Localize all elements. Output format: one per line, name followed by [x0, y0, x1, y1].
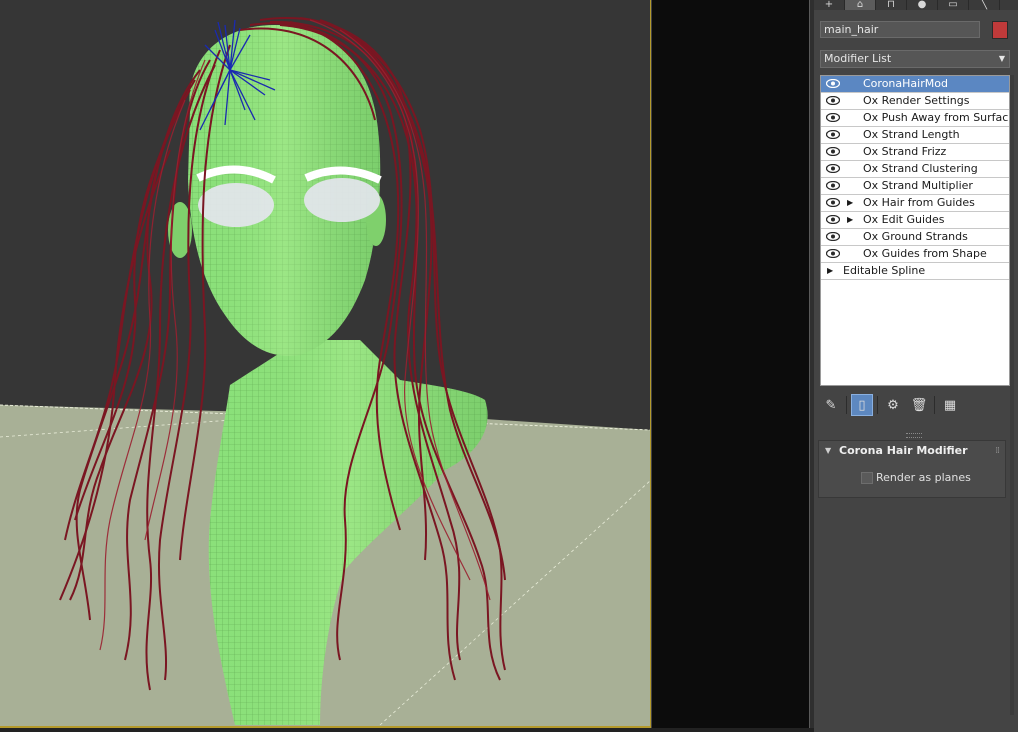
hierarchy-icon: ⊓ — [887, 0, 895, 10]
stack-item[interactable]: Ox Strand Clustering — [821, 161, 1009, 178]
stack-item-label: Ox Render Settings — [863, 94, 970, 107]
stack-item[interactable]: Ox Guides from Shape — [821, 246, 1009, 263]
create-tab[interactable]: + — [814, 0, 845, 10]
pin-stack-icon: ✎ — [825, 397, 837, 413]
object-color-swatch[interactable] — [992, 21, 1008, 39]
visibility-eye-icon[interactable] — [826, 147, 840, 156]
left-eye — [198, 183, 274, 227]
motion-tab[interactable]: ● — [907, 0, 938, 10]
expand-arrow-icon[interactable]: ▶ — [847, 195, 853, 211]
right-eye — [304, 178, 380, 222]
viewport-scene — [0, 17, 651, 728]
stack-item-label: Editable Spline — [843, 264, 926, 277]
corona-hair-rollout: ▼ Corona Hair Modifier ⁞⁞ Render as plan… — [818, 440, 1006, 498]
toolbar-separator — [934, 396, 935, 414]
plus-icon: + — [824, 0, 834, 10]
modifier-list-label: Modifier List — [824, 52, 892, 65]
expand-arrow-icon[interactable]: ▶ — [827, 263, 833, 279]
visibility-eye-icon[interactable] — [826, 181, 840, 190]
stack-toolbar: ✎ ▯ ⚙ 🗑 ▦ — [820, 393, 1010, 417]
stack-item[interactable]: ▶ Ox Hair from Guides — [821, 195, 1009, 212]
remove-modifier-icon: 🗑 — [910, 397, 928, 413]
motion-icon: ● — [917, 0, 927, 10]
configure-sets-button[interactable]: ▦ — [939, 394, 961, 416]
toolbar-separator — [877, 396, 878, 414]
stack-item[interactable]: Ox Strand Multiplier — [821, 178, 1009, 195]
modifier-list-dropdown[interactable]: Modifier List ▼ — [820, 50, 1010, 68]
make-unique-button[interactable]: ⚙ — [882, 394, 904, 416]
drag-handle-icon: ⁞⁞ — [995, 446, 1000, 456]
rollout-title: Corona Hair Modifier — [839, 444, 968, 457]
checkbox-box[interactable] — [861, 471, 873, 484]
3d-viewport[interactable] — [0, 0, 651, 728]
stack-item-label: Ox Strand Length — [863, 128, 960, 141]
pin-stack-button[interactable]: ✎ — [820, 394, 842, 416]
render-as-planes-label: Render as planes — [876, 471, 971, 484]
stack-item[interactable]: Ox Strand Frizz — [821, 144, 1009, 161]
make-unique-icon: ⚙ — [887, 397, 899, 413]
stack-item-label: Ox Guides from Shape — [863, 247, 987, 260]
collapse-arrow-icon: ▼ — [825, 446, 832, 455]
utilities-tab[interactable]: ╲ — [969, 0, 1000, 10]
rollout-header[interactable]: ▼ Corona Hair Modifier ⁞⁞ — [819, 441, 1005, 461]
modify-icon: ⌂ — [856, 0, 864, 10]
visibility-eye-icon[interactable] — [826, 96, 840, 105]
stack-item-label: Ox Hair from Guides — [863, 196, 975, 209]
modifier-stack[interactable]: CoronaHairMod Ox Render Settings Ox Push A… — [820, 75, 1010, 386]
command-panel: + ⌂ ⊓ ● ▭ ╲ main_hair Modifier List ▼ Co… — [814, 0, 1018, 732]
object-name-field[interactable]: main_hair — [820, 21, 980, 38]
render-as-planes-checkbox[interactable]: Render as planes — [861, 471, 971, 484]
visibility-eye-icon[interactable] — [826, 79, 840, 88]
stack-item-label: Ox Strand Multiplier — [863, 179, 973, 192]
visibility-eye-icon[interactable] — [826, 113, 840, 122]
visibility-eye-icon[interactable] — [826, 130, 840, 139]
rollout-grip[interactable] — [906, 433, 922, 438]
visibility-eye-icon[interactable] — [826, 215, 840, 224]
stack-item[interactable]: Ox Ground Strands — [821, 229, 1009, 246]
hierarchy-tab[interactable]: ⊓ — [876, 0, 907, 10]
stack-item-label: Ox Ground Strands — [863, 230, 968, 243]
display-tab[interactable]: ▭ — [938, 0, 969, 10]
stack-item[interactable]: ▶ Ox Edit Guides — [821, 212, 1009, 229]
stack-item[interactable]: Ox Push Away from Surface — [821, 110, 1009, 127]
modify-tab[interactable]: ⌂ — [845, 0, 876, 10]
toolbar-separator — [846, 396, 847, 414]
show-end-result-icon: ▯ — [858, 397, 866, 413]
stack-item[interactable]: ▶ Editable Spline — [821, 263, 1009, 280]
stack-item[interactable]: Ox Strand Length — [821, 127, 1009, 144]
panel-scrollbar[interactable] — [1010, 75, 1014, 715]
visibility-eye-icon[interactable] — [826, 232, 840, 241]
command-panel-tabs: + ⌂ ⊓ ● ▭ ╲ — [814, 0, 1018, 10]
visibility-eye-icon[interactable] — [826, 198, 840, 207]
stack-item-label: Ox Strand Frizz — [863, 145, 947, 158]
display-icon: ▭ — [948, 0, 958, 10]
remove-modifier-button[interactable]: 🗑 — [908, 394, 930, 416]
stack-item-label: CoronaHairMod — [863, 77, 948, 90]
show-end-result-button[interactable]: ▯ — [851, 394, 873, 416]
stack-item-label: Ox Push Away from Surface — [863, 111, 1010, 124]
visibility-eye-icon[interactable] — [826, 164, 840, 173]
status-strip — [0, 728, 814, 732]
utilities-icon: ╲ — [980, 0, 988, 10]
dropdown-arrow-icon: ▼ — [998, 54, 1005, 63]
stack-item-label: Ox Strand Clustering — [863, 162, 978, 175]
empty-viewport-area — [652, 0, 809, 728]
stack-item[interactable]: CoronaHairMod — [821, 76, 1009, 93]
stack-item[interactable]: Ox Render Settings — [821, 93, 1009, 110]
expand-arrow-icon[interactable]: ▶ — [847, 212, 853, 228]
configure-sets-icon: ▦ — [943, 397, 957, 413]
visibility-eye-icon[interactable] — [826, 249, 840, 258]
stack-item-label: Ox Edit Guides — [863, 213, 945, 226]
